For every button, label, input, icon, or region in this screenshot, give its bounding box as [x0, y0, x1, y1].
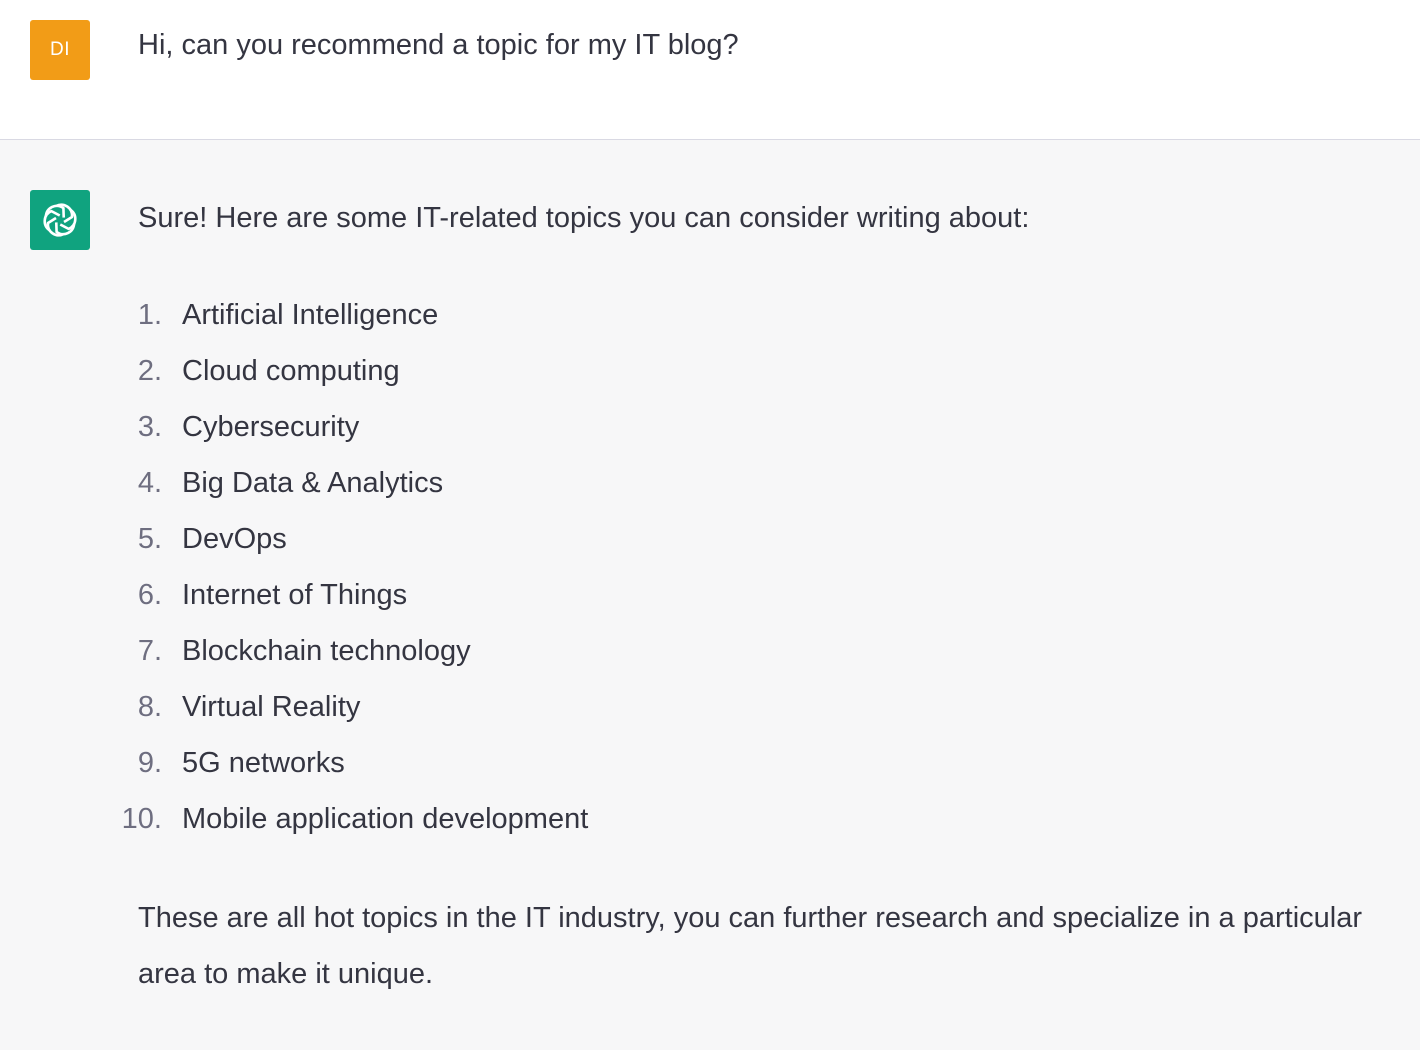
user-message-row: DI Hi, can you recommend a topic for my … — [0, 0, 1420, 140]
list-item-number: 5. — [137, 523, 162, 555]
list-item-number: 9. — [137, 747, 162, 779]
list-item-number: 10. — [121, 803, 162, 835]
list-item-label: 5G networks — [182, 747, 345, 779]
list-item-label: Internet of Things — [182, 579, 408, 611]
user-message-text: Hi, can you recommend a topic for my IT … — [138, 29, 739, 61]
list-item-number: 6. — [137, 579, 162, 611]
assistant-closing-text: These are all hot topics in the IT indus… — [138, 902, 1363, 990]
list-item-number: 4. — [137, 467, 162, 499]
list-item-number: 7. — [137, 635, 162, 667]
list-item-label: Blockchain technology — [182, 635, 471, 667]
user-avatar: DI — [30, 20, 90, 80]
assistant-message-row: Sure! Here are some IT-related topics yo… — [0, 141, 1420, 1050]
list-item-label: DevOps — [182, 523, 287, 555]
list-item-number: 2. — [137, 355, 162, 387]
openai-logo-svg — [43, 203, 77, 237]
list-item-label: Big Data & Analytics — [182, 467, 444, 499]
list-item-number: 8. — [137, 691, 162, 723]
list-item-label: Artificial Intelligence — [182, 299, 439, 331]
list-item-number: 3. — [137, 411, 162, 443]
list-item-label: Cybersecurity — [182, 411, 360, 443]
list-item-label: Mobile application development — [182, 803, 589, 835]
openai-logo-icon — [30, 190, 90, 250]
list-item-label: Cloud computing — [182, 355, 400, 387]
assistant-intro-text: Sure! Here are some IT-related topics yo… — [138, 202, 1030, 234]
list-item-number: 1. — [137, 299, 162, 331]
list-item-label: Virtual Reality — [182, 691, 361, 723]
